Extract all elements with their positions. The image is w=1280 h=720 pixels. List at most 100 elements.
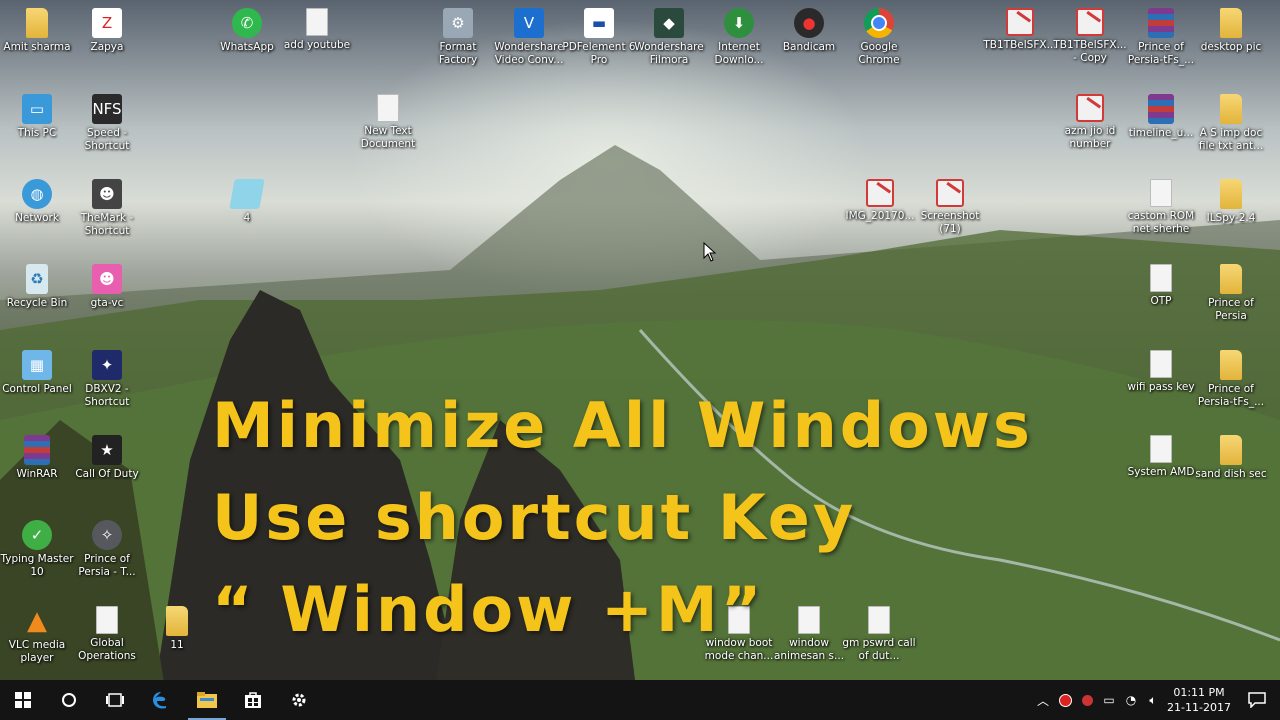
desktop-icon[interactable]: ★ Call Of Duty [72, 429, 142, 509]
wifi-icon[interactable]: ◔ [1120, 680, 1142, 720]
task-view-icon [106, 693, 124, 707]
volume-icon[interactable]: 🔈︎ [1142, 680, 1164, 720]
action-center-button[interactable] [1234, 692, 1280, 708]
desktop-icon[interactable]: Amit sharma [2, 2, 72, 82]
headline-line-3: “ Window +M” [212, 573, 765, 646]
game-shortcut-icon: NFS [92, 94, 122, 124]
show-hidden-icons-chevron-icon[interactable]: ︿ [1032, 680, 1054, 720]
wondershare-video-icon: V [514, 8, 544, 38]
desktop-icon[interactable]: Prince of Persia-tFs_... [1126, 2, 1196, 82]
desktop-icon[interactable]: WinRAR [2, 429, 72, 509]
desktop-icon[interactable]: TB1TBelSFX... - Copy [1053, 2, 1127, 82]
desktop-icon[interactable]: sand dish sec [1195, 429, 1267, 509]
icon-label: wifi pass key [1127, 381, 1195, 393]
taskbar-file-explorer[interactable] [184, 680, 230, 720]
icon-label: A S imp doc file txt ant... [1198, 127, 1264, 152]
icon-label: WhatsApp [220, 41, 274, 53]
start-button[interactable] [0, 680, 46, 720]
desktop-icon[interactable]: ☻ gta-vc [72, 258, 142, 338]
notification-icon [1248, 692, 1266, 708]
desktop-icon[interactable]: ⚙ Format Factory [423, 2, 493, 82]
desktop-icon[interactable]: ▦ Control Panel [2, 344, 72, 424]
desktop-icon[interactable]: Z Zapya [72, 2, 142, 82]
icon-label: Zapya [90, 41, 124, 53]
desktop-icon[interactable]: V Wondershare Video Conv... [494, 2, 564, 82]
game-shortcut-icon: ✧ [92, 520, 122, 550]
desktop-icon[interactable]: ◆ Wondershare Filmora [634, 2, 704, 82]
icon-label: Speed - Shortcut [84, 127, 130, 152]
taskbar-clock[interactable]: 01:11 PM 21-11-2017 [1164, 685, 1234, 715]
desktop-icon[interactable]: ⬇ Internet Downlo... [704, 2, 774, 82]
taskbar-settings[interactable] [276, 680, 322, 720]
image-file-icon [866, 179, 894, 207]
folder-icon [1220, 350, 1242, 380]
mouse-pointer-icon [703, 242, 717, 262]
clock-date: 21-11-2017 [1167, 701, 1231, 714]
bandicam-tray-icon[interactable] [1076, 680, 1098, 720]
folder-icon [1220, 94, 1242, 124]
headline-line-2: Use shortcut Key [212, 481, 857, 554]
image-file-icon [1076, 94, 1104, 122]
desktop-icon[interactable]: OTP [1126, 258, 1196, 338]
desktop-icon[interactable]: Google Chrome [844, 2, 914, 82]
icon-label: TB1TBelSFX... - Copy [1053, 39, 1127, 64]
battery-icon[interactable]: ▭ [1098, 680, 1120, 720]
desktop-icon[interactable]: wifi pass key [1126, 344, 1196, 424]
desktop-icon[interactable]: ▭ This PC [2, 88, 72, 168]
desktop-icon[interactable]: ✧ Prince of Persia - T... [72, 514, 142, 594]
cortana-button[interactable] [46, 680, 92, 720]
icon-label: Wondershare Filmora [634, 41, 704, 66]
desktop-icon[interactable]: IMG_20170... [845, 173, 915, 253]
document-icon [96, 606, 118, 634]
desktop-icon[interactable]: ◍ Network [2, 173, 72, 253]
desktop-icon[interactable]: timeline_u... [1126, 88, 1196, 168]
icon-label: Prince of Persia - T... [78, 553, 136, 578]
desktop-icon[interactable]: Prince of Persia-tFs_... [1196, 344, 1266, 424]
vlc-icon: ▲ [27, 606, 47, 636]
game-shortcut-icon: ✦ [92, 350, 122, 380]
desktop-icon[interactable]: A S imp doc file txt ant... [1196, 88, 1266, 168]
desktop-icon[interactable]: Prince of Persia [1196, 258, 1266, 338]
desktop-icon[interactable]: 4 [212, 173, 282, 253]
document-icon [306, 8, 328, 36]
taskbar-store[interactable] [230, 680, 276, 720]
format-factory-icon: ⚙ [443, 8, 473, 38]
icon-label: Bandicam [782, 41, 836, 53]
desktop-icon[interactable]: add youtube [282, 2, 352, 82]
desktop-icon[interactable]: ILSpy-2.4 [1196, 173, 1266, 253]
clock-time: 01:11 PM [1173, 686, 1225, 699]
taskbar-edge[interactable] [138, 680, 184, 720]
whatsapp-icon: ✆ [232, 8, 262, 38]
icon-label: This PC [17, 127, 57, 139]
desktop-icon[interactable]: TB1TBelSFX... [983, 2, 1057, 82]
icon-label: Call Of Duty [75, 468, 139, 480]
tutorial-headline: Minimize All Windows Use shortcut Key “ … [212, 380, 1033, 656]
desktop-icon[interactable]: NFS Speed - Shortcut [72, 88, 142, 168]
desktop-icon[interactable]: System AMD [1126, 429, 1196, 509]
desktop-icon[interactable]: ☻ TheMark - Shortcut [72, 173, 142, 253]
desktop-icon[interactable]: 11 [142, 600, 212, 680]
desktop-icon[interactable]: Global Operations [72, 600, 142, 680]
desktop-icon[interactable]: ✦ DBXV2 - Shortcut [72, 344, 142, 424]
icon-label: Internet Downlo... [714, 41, 764, 66]
folder-icon [1220, 8, 1242, 38]
document-icon [377, 94, 399, 122]
desktop-icon[interactable]: ✓ Typing Master 10 [0, 514, 74, 594]
icon-label: add youtube [283, 39, 351, 51]
desktop-icon[interactable]: desktop pic [1196, 2, 1266, 82]
desktop-icon[interactable]: New Text Document [353, 88, 423, 168]
document-icon [1150, 264, 1172, 292]
icon-label: Wondershare Video Conv... [494, 41, 564, 66]
desktop-icon[interactable]: castom ROM net sherhe [1126, 173, 1196, 253]
record-indicator-icon[interactable] [1054, 680, 1076, 720]
desktop-icon[interactable]: ♻ Recycle Bin [2, 258, 72, 338]
desktop-icon[interactable]: azm jio id number [1055, 88, 1125, 168]
icon-label: Prince of Persia [1208, 297, 1254, 322]
desktop-icon[interactable]: ✆ WhatsApp [212, 2, 282, 82]
desktop-icon[interactable]: ▲ VLC media player [2, 600, 72, 680]
desktop-icon[interactable]: ● Bandicam [774, 2, 844, 82]
task-view-button[interactable] [92, 680, 138, 720]
desktop-icon[interactable]: Screenshot (71) [915, 173, 985, 253]
file-explorer-icon [197, 692, 217, 708]
desktop-icon[interactable]: ▬ PDFelement 6 Pro [562, 2, 636, 82]
